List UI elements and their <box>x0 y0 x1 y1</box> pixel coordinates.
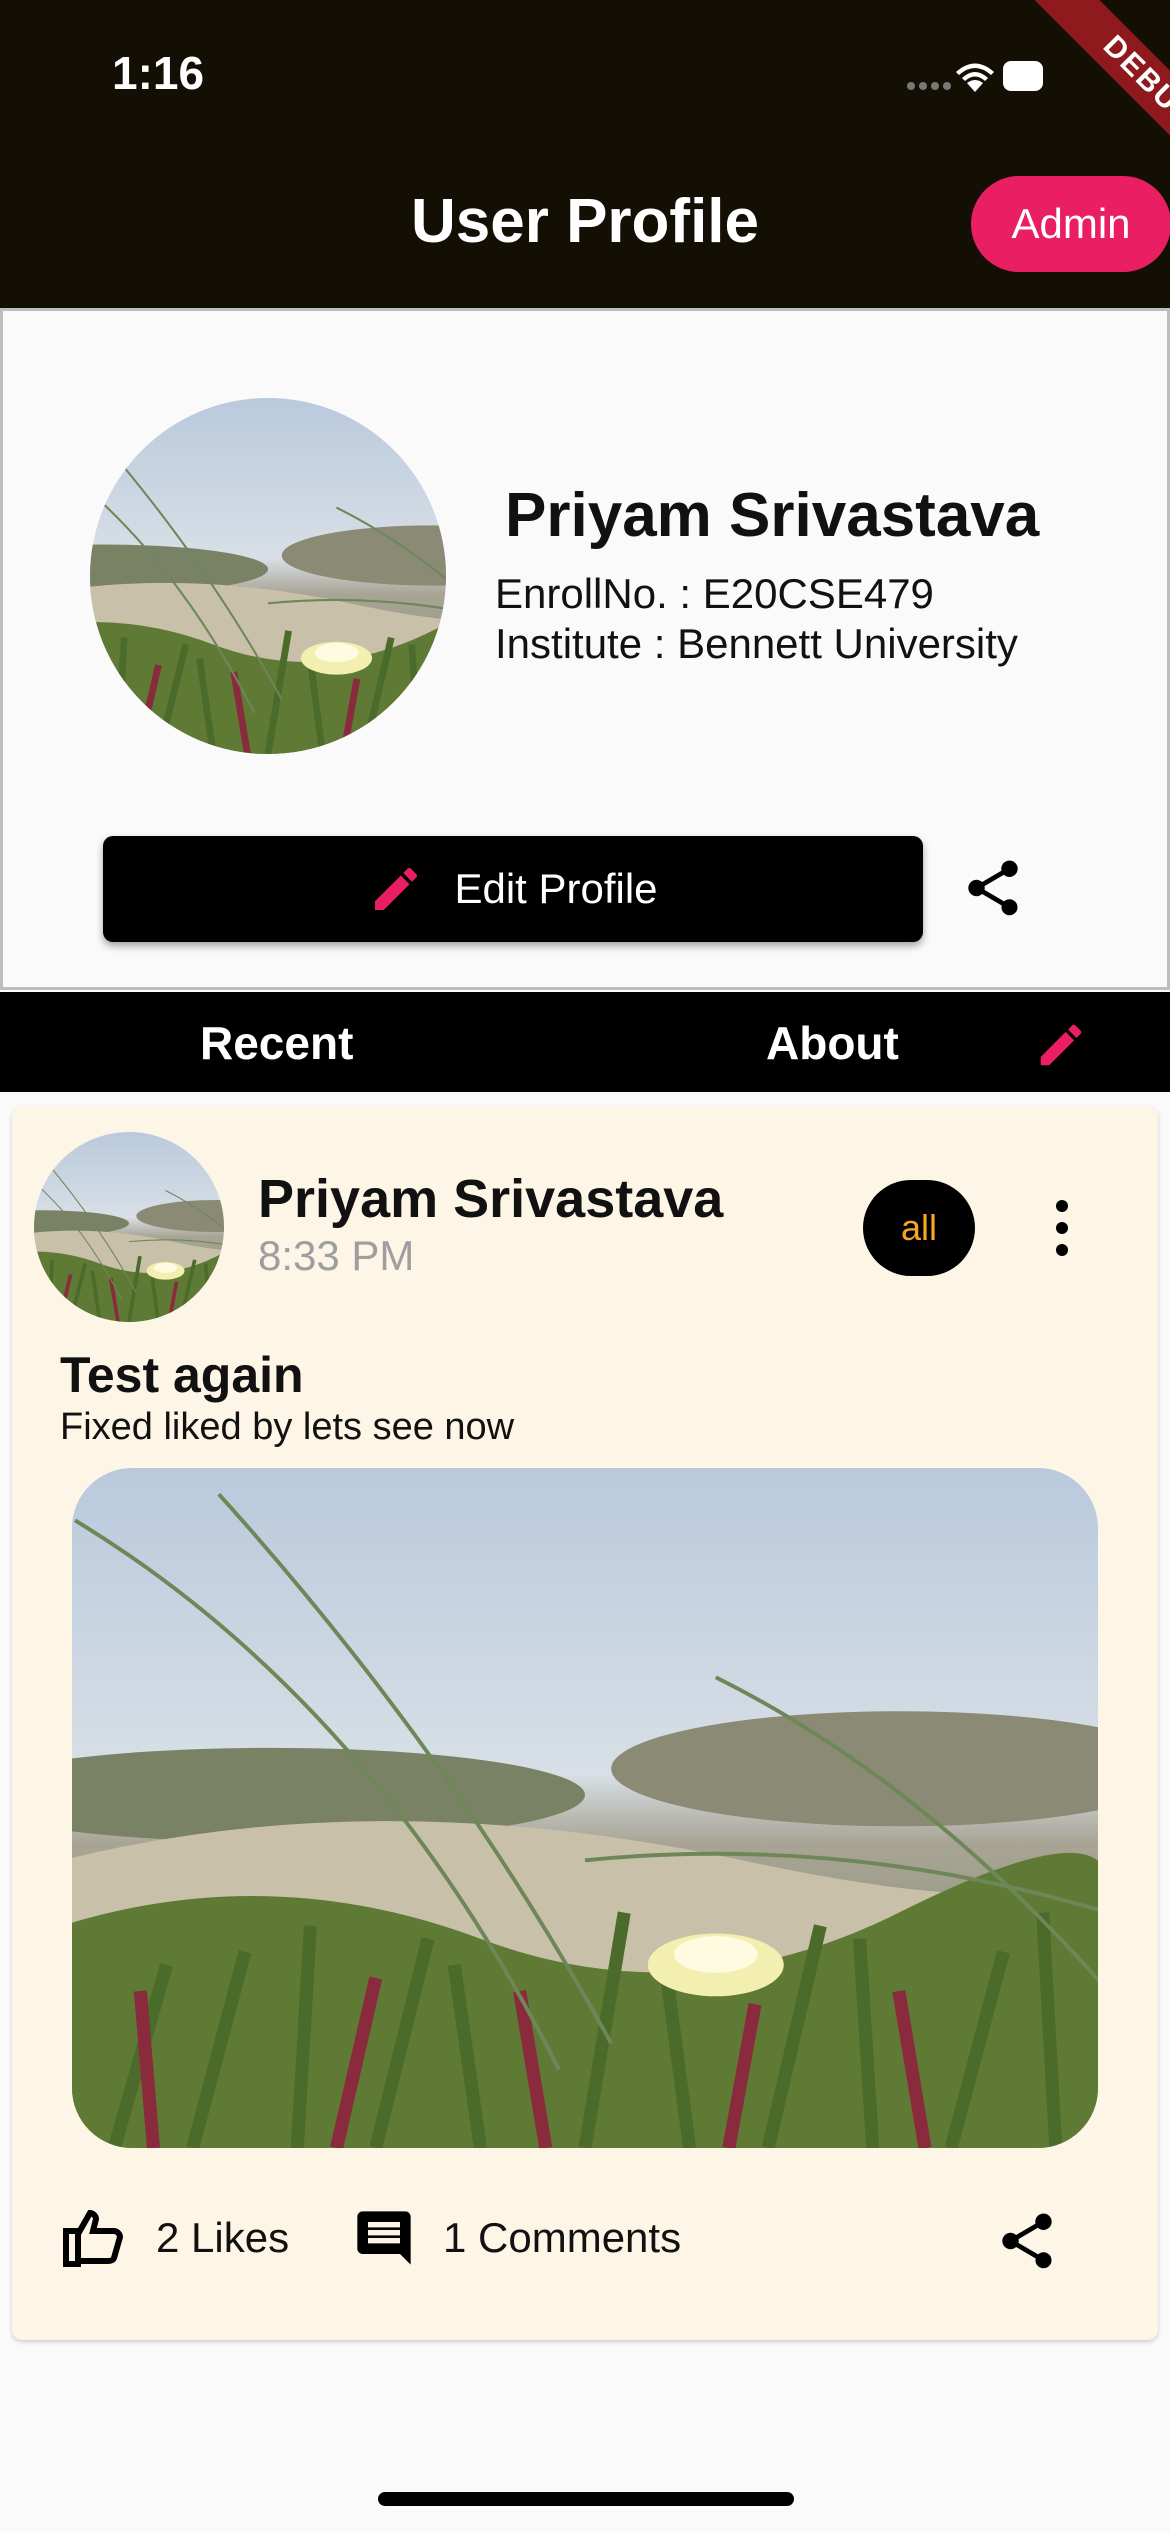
share-icon <box>968 860 1018 916</box>
post-body: Fixed liked by lets see now <box>60 1406 515 1448</box>
tab-bar <box>0 992 1170 1092</box>
signal-icon <box>907 82 951 90</box>
post-image[interactable] <box>72 1468 1098 2148</box>
post-timestamp: 8:33 PM <box>258 1232 415 1279</box>
profile-name: Priyam Srivastava <box>505 481 1040 550</box>
post-more-button[interactable] <box>1040 1196 1084 1260</box>
comments-count[interactable]: 1 Comments <box>443 2214 681 2262</box>
post-author-avatar[interactable] <box>34 1132 224 1322</box>
edit-profile-label: Edit Profile <box>454 865 658 912</box>
tab-about[interactable]: About <box>766 1016 899 1070</box>
edit-about-button[interactable] <box>1034 1018 1088 1072</box>
pencil-icon <box>1040 1024 1082 1066</box>
tab-recent[interactable]: Recent <box>200 1016 353 1070</box>
likes-count[interactable]: 2 Likes <box>156 2214 289 2262</box>
debug-banner: DEBUG <box>970 0 1170 200</box>
home-indicator[interactable] <box>378 2492 794 2506</box>
share-icon <box>1002 2213 1052 2269</box>
thumb-up-icon <box>63 2209 124 2267</box>
comment-icon <box>357 2211 411 2265</box>
status-time: 1:16 <box>112 47 205 99</box>
debug-label: DEBUG <box>1027 0 1170 200</box>
share-profile-button[interactable] <box>960 852 1026 924</box>
edit-profile-button[interactable]: Edit Profile <box>103 836 923 942</box>
like-button[interactable] <box>60 2204 132 2270</box>
share-post-button[interactable] <box>994 2206 1060 2276</box>
more-vert-icon <box>1056 1200 1068 1256</box>
comment-button[interactable] <box>352 2206 416 2270</box>
audience-badge: all <box>863 1180 975 1276</box>
post-author-name[interactable]: Priyam Srivastava <box>258 1168 723 1230</box>
post-title: Test again <box>60 1347 304 1403</box>
profile-avatar[interactable] <box>90 398 446 754</box>
enroll-number: EnrollNo. : E20CSE479 <box>495 570 934 617</box>
institute-name: Institute : Bennett University <box>495 620 1018 667</box>
pencil-icon <box>375 867 418 910</box>
